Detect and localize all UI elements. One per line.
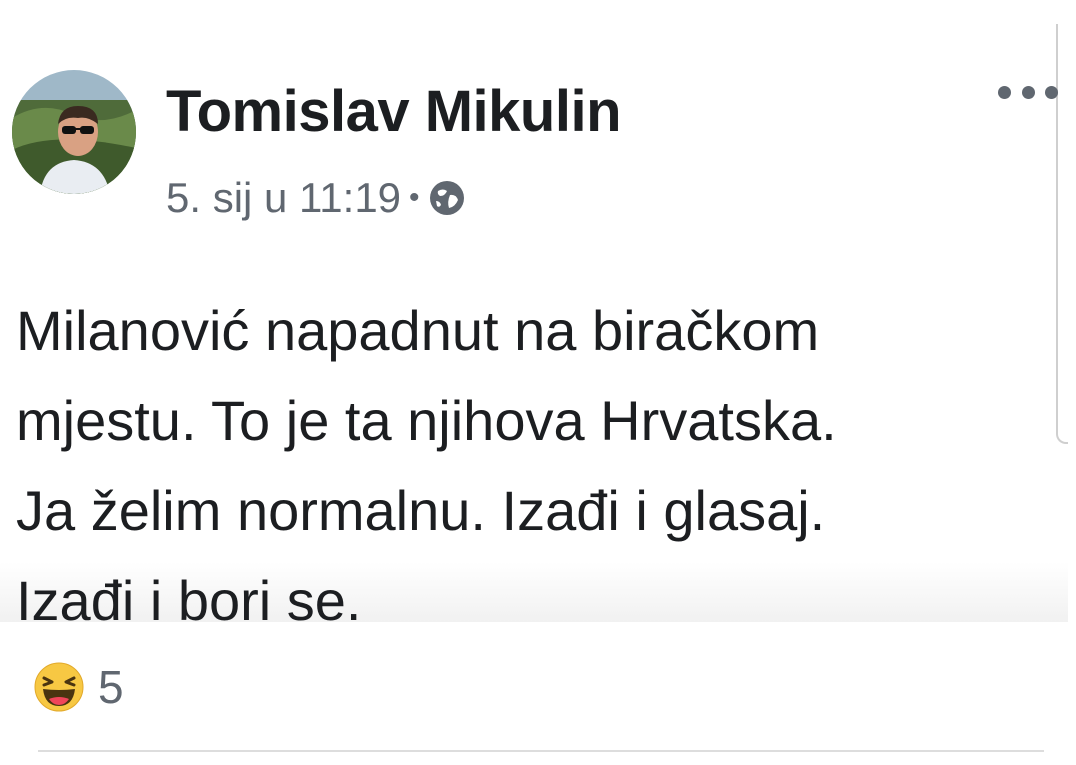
more-options-button[interactable] [998,79,1058,105]
reaction-count: 5 [98,661,124,713]
post-text-line: mjestu. To je ta njihova Hrvatska. [16,389,837,452]
post-card: Tomislav Mikulin 5. sij u 11:19 • Milano… [0,24,1068,632]
ellipsis-icon [1021,85,1035,99]
post-text-line: Izađi i bori se. [16,569,362,632]
post-text-line: Ja želim normalnu. Izađi i glasaj. [16,479,826,542]
divider [38,750,1044,752]
post-timestamp[interactable]: 5. sij u 11:19 [166,174,401,222]
avatar[interactable] [12,70,136,194]
post-text-line: Milanović napadnut na biračkom [16,299,820,362]
avatar-photo [12,70,136,194]
post-meta: 5. sij u 11:19 • [166,172,466,224]
author-name[interactable]: Tomislav Mikulin [166,78,622,145]
meta-separator: • [409,181,420,214]
reactions-summary[interactable]: 5 [34,660,124,714]
ellipsis-icon [998,85,1011,99]
post-text: Milanović napadnut na biračkom mjestu. T… [16,286,1066,646]
globe-icon [429,181,464,215]
ellipsis-icon [1045,85,1058,99]
haha-reaction-icon [34,662,84,712]
